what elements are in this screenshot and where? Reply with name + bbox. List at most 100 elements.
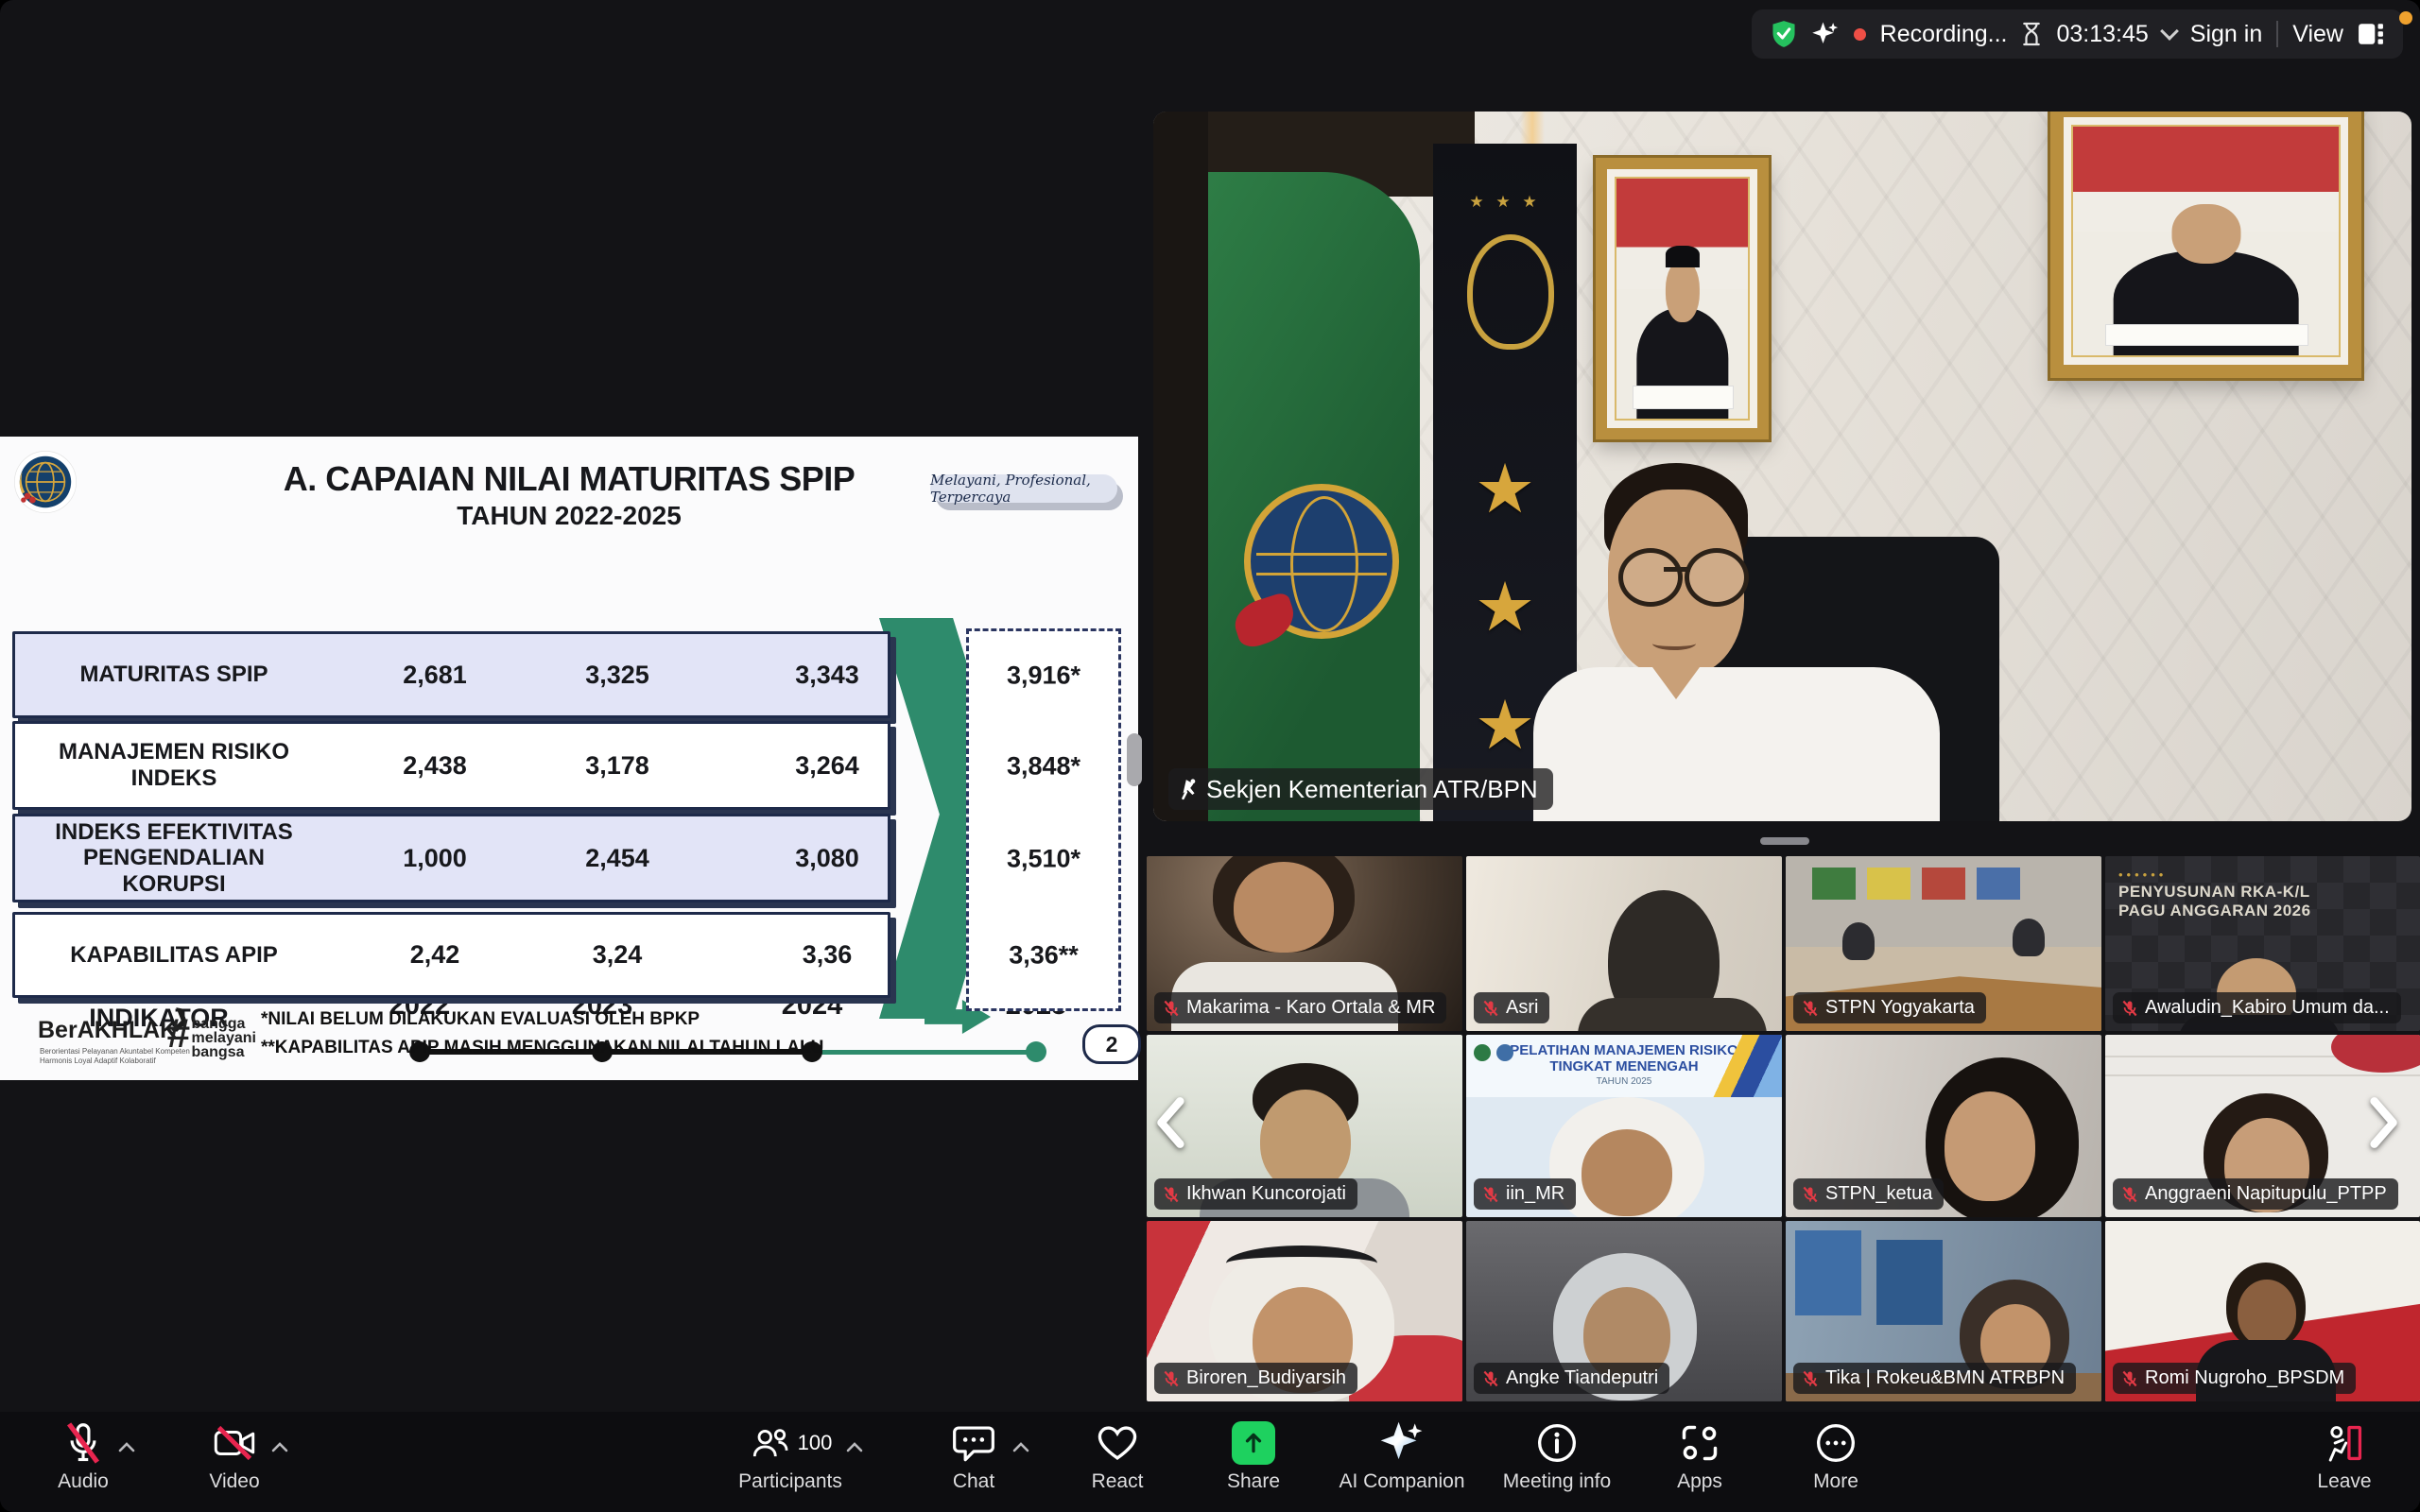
participant-tile[interactable]: Ikhwan Kuncorojati [1147, 1035, 1462, 1217]
ministry-flag-leaves [1229, 591, 1300, 651]
video-options-caret[interactable] [270, 1440, 289, 1453]
muted-mic-icon [1162, 1369, 1181, 1388]
video-button[interactable]: Video [159, 1419, 310, 1506]
target-value: 3,916* [969, 662, 1118, 691]
speaker-shirt [1533, 667, 1940, 821]
cell-value: 3,080 [761, 816, 893, 900]
recording-label[interactable]: Recording... [1880, 21, 2008, 48]
participant-tile[interactable]: Biroren_Budiyarsih [1147, 1221, 1462, 1401]
participant-tile[interactable]: PELATIHAN MANAJEMEN RISIKO TINGKAT MENEN… [1466, 1035, 1782, 1217]
speaker-glasses [1685, 548, 1749, 607]
apps-button[interactable]: Apps [1624, 1419, 1775, 1506]
muted-mic-icon [1481, 1185, 1500, 1204]
president-portrait [1596, 158, 1769, 439]
table-row: INDEKS EFEKTIVITAS PENGENDALIAN KORUPSI … [12, 814, 890, 902]
table-row: MATURITAS SPIP 2,681 3,325 3,343 [12, 631, 890, 718]
pin-icon [1178, 778, 1199, 800]
ai-sparkle-icon[interactable] [1811, 20, 1840, 48]
row-label: KAPABILITAS APIP [32, 915, 316, 995]
participant-tile[interactable]: •••••• PENYUSUNAN RKA-K/L PAGU ANGGARAN … [2105, 856, 2420, 1031]
target-2025-box: 3,916* 3,848* 3,510* 3,36** [966, 628, 1121, 1011]
participant-name: Romi Nugroho_BPSDM [2145, 1367, 2344, 1389]
target-value: 3,36** [969, 941, 1118, 971]
gallery-next-button[interactable] [2366, 1092, 2404, 1153]
main-speaker-video[interactable]: ★ ★ ★ ★ ★ ★ Sekjen Ke [1153, 112, 2411, 821]
cell-value: 2,42 [369, 915, 501, 995]
meeting-toolbar: Audio Video 100 [0, 1412, 2420, 1512]
apps-icon [1679, 1422, 1720, 1464]
tile-banner: PELATIHAN MANAJEMEN RISIKO TINGKAT MENEN… [1466, 1035, 1782, 1097]
glasses-bridge [1664, 567, 1690, 572]
participants-button[interactable]: 100 Participants [715, 1419, 866, 1506]
table-row: KAPABILITAS APIP 2,42 3,24 3,36 [12, 912, 890, 998]
zoom-meeting-window: Recording... 03:13:45 Sign in View [0, 0, 2420, 1512]
muted-mic-icon [1801, 999, 1820, 1018]
flag-star: ★ [1475, 692, 1536, 760]
slide-footnotes: *NILAI BELUM DILAKUKAN EVALUASI OLEH BPK… [261, 1005, 823, 1062]
participant-tile[interactable]: Asri [1466, 856, 1782, 1031]
bangga-melayani-bangsa-logo: # bangga melayani bangsa [166, 1015, 256, 1059]
row-label: INDEKS EFEKTIVITAS PENGENDALIAN KORUPSI [32, 816, 316, 900]
more-button[interactable]: More [1760, 1419, 1911, 1506]
timer-chevron-down-icon[interactable] [2160, 22, 2179, 41]
participant-tile[interactable]: Tika | Rokeu&BMN ATRBPN [1786, 1221, 2101, 1401]
participant-name: Ikhwan Kuncorojati [1186, 1183, 1346, 1205]
muted-mic-icon [2120, 1369, 2139, 1388]
recording-dot [1854, 28, 1866, 41]
flag-star: ★ [1475, 455, 1536, 524]
participant-tile[interactable]: Makarima - Karo Ortala & MR [1147, 856, 1462, 1031]
shared-screen-slide: A. CAPAIAN NILAI MATURITAS SPIP TAHUN 20… [0, 437, 1138, 1080]
cell-value: 1,000 [369, 816, 501, 900]
audio-button[interactable]: Audio [8, 1419, 159, 1506]
ai-companion-button[interactable]: AI Companion [1322, 1419, 1482, 1506]
audio-options-caret[interactable] [117, 1440, 136, 1453]
timeline-dot-green [1026, 1041, 1046, 1062]
sign-in-button[interactable]: Sign in [2190, 21, 2262, 48]
participant-tile[interactable]: STPN Yogyakarta [1786, 856, 2101, 1031]
view-layout-icon[interactable] [2358, 22, 2384, 46]
participant-name: Biroren_Budiyarsih [1186, 1367, 1346, 1389]
cell-value: 3,325 [551, 634, 683, 715]
participant-name: Angke Tiandeputri [1506, 1367, 1658, 1389]
ai-companion-icon [1379, 1420, 1425, 1466]
participant-name: Asri [1506, 997, 1538, 1019]
panel-resize-handle[interactable] [1127, 733, 1142, 786]
participants-icon [749, 1423, 790, 1463]
meeting-menubar: Recording... 03:13:45 Sign in View [1752, 9, 2403, 59]
cell-value: 3,24 [551, 915, 683, 995]
notification-dot [2399, 11, 2412, 25]
leave-button[interactable]: Leave [2269, 1419, 2420, 1506]
row-label: MATURITAS SPIP [32, 634, 316, 715]
meeting-info-button[interactable]: Meeting info [1477, 1419, 1637, 1506]
muted-mic-icon [1481, 999, 1500, 1018]
info-icon [1536, 1422, 1578, 1464]
vice-president-portrait [2050, 112, 2361, 378]
participant-tile[interactable]: STPN_ketua [1786, 1035, 2101, 1217]
chat-button[interactable]: Chat [898, 1419, 1049, 1506]
chat-caret[interactable] [1011, 1440, 1030, 1453]
page-number-badge: 2 [1082, 1024, 1141, 1064]
share-button[interactable]: Share [1178, 1419, 1329, 1506]
gallery-prev-button[interactable] [1150, 1092, 1188, 1153]
tile-banner: PENYUSUNAN RKA-K/L PAGU ANGGARAN 2026 [2118, 883, 2311, 920]
menubar-divider [2276, 21, 2278, 47]
view-button[interactable]: View [2292, 21, 2343, 48]
more-icon [1815, 1422, 1857, 1464]
ministry-flag [1208, 172, 1420, 821]
heart-icon [1096, 1422, 1139, 1464]
participant-tile[interactable]: Angke Tiandeputri [1466, 1221, 1782, 1401]
meeting-timer: 03:13:45 [2056, 21, 2148, 48]
muted-mic-icon [1162, 999, 1181, 1018]
timeline-line-green [812, 1050, 1036, 1055]
security-shield-icon[interactable] [1771, 20, 1797, 48]
flag-gold-emblem [1467, 234, 1554, 350]
chat-icon [952, 1422, 995, 1464]
mic-muted-icon [63, 1421, 103, 1465]
react-button[interactable]: React [1042, 1419, 1193, 1506]
muted-mic-icon [1481, 1369, 1500, 1388]
target-value: 3,848* [969, 752, 1118, 782]
participant-name: Anggraeni Napitupulu_PTPP [2145, 1183, 2387, 1205]
participants-caret[interactable] [845, 1440, 864, 1453]
participant-tile[interactable]: Romi Nugroho_BPSDM [2105, 1221, 2420, 1401]
gallery-resize-handle[interactable] [1760, 837, 1809, 845]
